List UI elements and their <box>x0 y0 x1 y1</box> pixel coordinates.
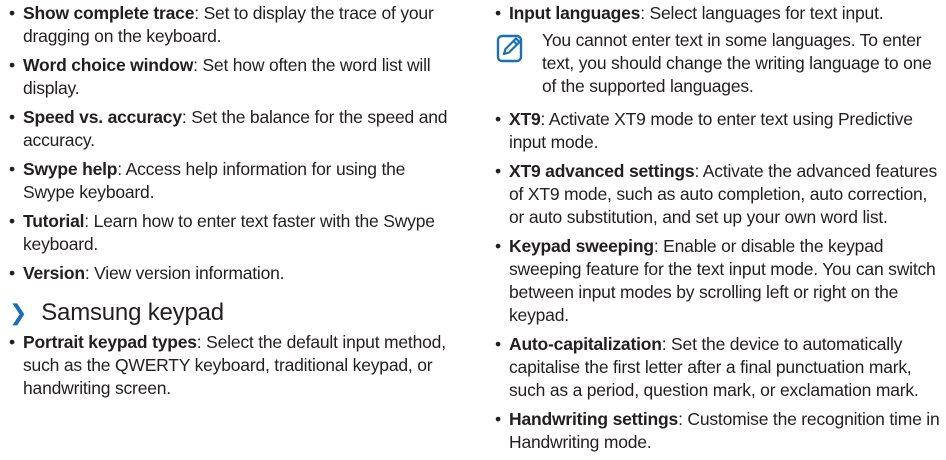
note-pencil-icon <box>496 34 523 63</box>
right-column: Input languages: Select languages for te… <box>494 2 944 460</box>
left-column: Show complete trace: Set to display the … <box>8 2 453 406</box>
item-description: : Learn how to enter text faster with th… <box>23 211 435 254</box>
list-item: Portrait keypad types: Select the defaul… <box>8 331 453 400</box>
list-item: Swype help: Access help information for … <box>8 158 453 204</box>
item-term: Auto-capitalization <box>509 334 662 354</box>
settings-list-bottom: Portrait keypad types: Select the defaul… <box>8 331 453 400</box>
settings-list-top: Show complete trace: Set to display the … <box>8 2 453 285</box>
note-text: You cannot enter text in some languages.… <box>542 30 932 96</box>
item-term: Swype help <box>23 159 118 179</box>
note-box: You cannot enter text in some languages.… <box>494 29 944 98</box>
item-term: Tutorial <box>23 211 85 231</box>
list-item: Show complete trace: Set to display the … <box>8 2 453 48</box>
section-heading: ❯ Samsung keypad <box>8 299 453 327</box>
item-term: XT9 advanced settings <box>509 161 695 181</box>
item-term: Portrait keypad types <box>23 332 197 352</box>
settings-list-right: XT9: Activate XT9 mode to enter text usi… <box>494 108 944 454</box>
item-term: Show complete trace <box>23 3 195 23</box>
list-item: Keypad sweeping: Enable or disable the k… <box>494 235 944 327</box>
item-term: Version <box>23 263 85 283</box>
list-item: Auto-capitalization: Set the device to a… <box>494 333 944 402</box>
list-item: Speed vs. accuracy: Set the balance for … <box>8 106 453 152</box>
list-item: Handwriting settings: Customise the reco… <box>494 408 944 454</box>
item-term: Keypad sweeping <box>509 236 654 256</box>
item-term: Handwriting settings <box>509 409 679 429</box>
list-item: Input languages: Select languages for te… <box>494 2 944 25</box>
item-term: Speed vs. accuracy <box>23 107 182 127</box>
item-description: : Activate XT9 mode to enter text using … <box>509 109 913 152</box>
chevron-right-icon: ❯ <box>9 300 28 325</box>
list-item: Version: View version information. <box>8 262 453 285</box>
list-item: XT9: Activate XT9 mode to enter text usi… <box>494 108 944 154</box>
list-item: Tutorial: Learn how to enter text faster… <box>8 210 453 256</box>
item-description: : View version information. <box>84 263 285 283</box>
item-term: Input languages <box>509 3 641 23</box>
list-item: Word choice window: Set how often the wo… <box>8 54 453 100</box>
settings-list-intro: Input languages: Select languages for te… <box>494 2 944 25</box>
list-item: XT9 advanced settings: Activate the adva… <box>494 160 944 229</box>
item-description: : Select languages for text input. <box>640 3 884 23</box>
item-term: XT9 <box>509 109 541 129</box>
item-term: Word choice window <box>23 55 194 75</box>
section-heading-text: Samsung keypad <box>41 299 224 326</box>
